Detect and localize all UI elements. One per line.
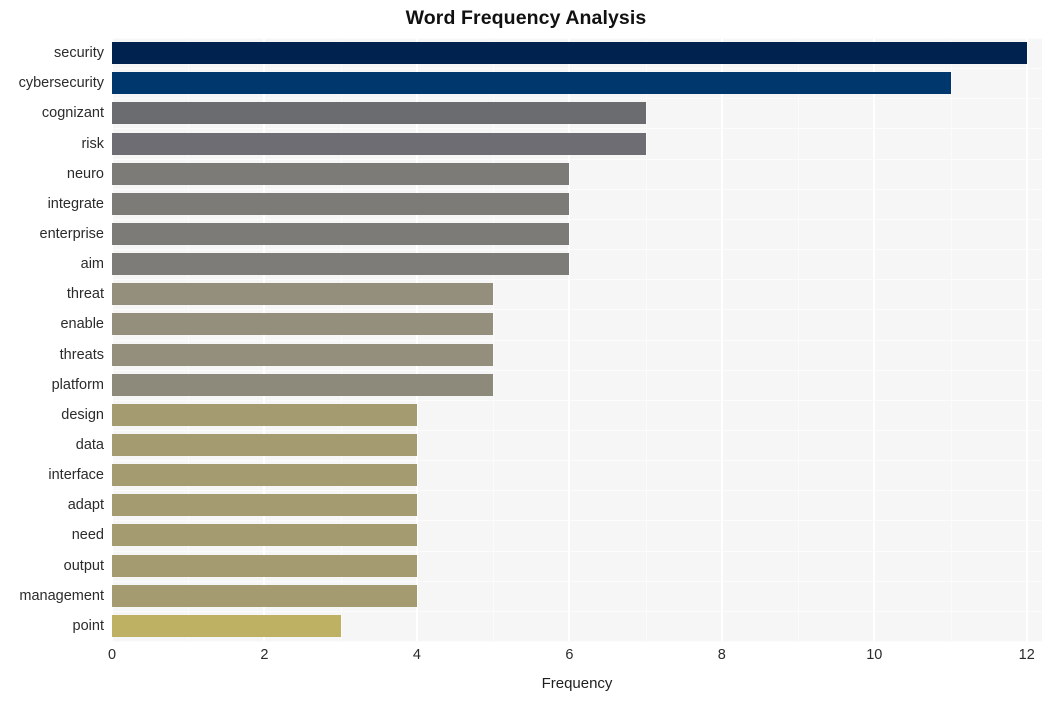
x-tick-label: 10	[866, 647, 883, 663]
bar	[112, 72, 951, 95]
bar	[112, 42, 1027, 65]
bar	[112, 494, 417, 517]
bar	[112, 162, 570, 185]
bar-series	[112, 38, 1042, 641]
y-tick-label: threats	[59, 346, 104, 363]
word-frequency-chart: Word Frequency Analysis security cybersec…	[0, 0, 1052, 701]
y-tick-label: neuro	[66, 165, 104, 182]
plot-area	[111, 38, 1042, 642]
x-tick-label: 6	[565, 647, 574, 663]
y-axis-labels: security cybersecurity cognizant risk neuro i…	[0, 38, 104, 641]
bar	[112, 614, 341, 637]
x-tick-label: 8	[717, 647, 726, 663]
bar	[112, 524, 417, 547]
y-tick-label: output	[63, 557, 104, 574]
bar	[112, 132, 646, 155]
y-tick-label: security	[54, 45, 104, 62]
y-tick-label: integrate	[47, 195, 104, 212]
y-tick-label: risk	[81, 135, 104, 152]
gridline-horizontal	[112, 641, 1042, 642]
y-tick-label: point	[72, 617, 104, 634]
x-axis-labels: 0 2 4 6 8 10 12	[108, 645, 1042, 669]
bar	[112, 222, 570, 245]
x-tick-label: 0	[107, 647, 117, 663]
bar	[112, 554, 417, 577]
bar	[112, 283, 494, 306]
y-tick-label: management	[19, 587, 104, 604]
bar	[112, 313, 494, 336]
x-tick-label: 12	[1018, 647, 1035, 663]
y-tick-label: aim	[80, 256, 104, 273]
y-tick-label: platform	[51, 376, 104, 393]
y-tick-label: cognizant	[41, 105, 104, 122]
bar	[112, 584, 417, 607]
bar	[112, 403, 417, 426]
y-tick-label: need	[71, 527, 104, 544]
bar	[112, 102, 646, 125]
x-tick-label: 2	[260, 647, 269, 663]
y-tick-label: enable	[60, 316, 104, 333]
bar	[112, 343, 494, 366]
page-title: Word Frequency Analysis	[405, 7, 647, 29]
bar	[112, 253, 570, 276]
bar	[112, 434, 417, 457]
x-axis-title: Frequency	[541, 675, 613, 692]
y-tick-label: cybersecurity	[18, 75, 104, 92]
y-tick-label: data	[75, 437, 104, 454]
y-tick-label: threat	[66, 286, 104, 303]
bar	[112, 373, 494, 396]
y-tick-label: enterprise	[39, 225, 104, 242]
y-tick-label: design	[61, 406, 104, 423]
y-tick-label: adapt	[67, 497, 104, 514]
bar	[112, 464, 417, 487]
x-tick-label: 4	[412, 647, 421, 663]
y-tick-label: interface	[48, 467, 104, 484]
bar	[112, 192, 570, 215]
